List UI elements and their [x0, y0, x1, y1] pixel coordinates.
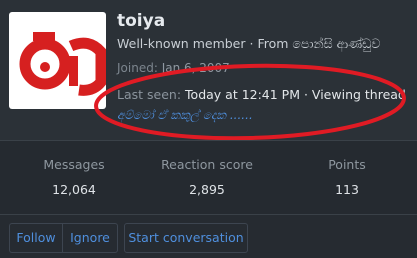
title-separator: ·: [245, 36, 258, 51]
username[interactable]: toiya: [117, 11, 165, 31]
ignore-button[interactable]: Ignore: [62, 223, 118, 253]
avatar[interactable]: [9, 12, 106, 109]
from-label: From: [257, 36, 289, 51]
joined-label: Joined:: [117, 61, 158, 75]
last-seen-label: Last seen:: [117, 87, 182, 102]
member-header: toiya Well-known member · From පොන්සි ආණ…: [0, 0, 417, 140]
stat-label: Messages: [43, 157, 105, 172]
stat-reaction-score[interactable]: Reaction score 2,895: [137, 157, 277, 197]
stat-value: 113: [335, 182, 359, 197]
status-message[interactable]: අම්මෝ ඒ කකුල් දෙක ......: [117, 108, 253, 123]
last-seen-value[interactable]: Today at 12:41 PM · Viewing thread: [185, 87, 406, 102]
user-title-line: Well-known member · From පොන්සි ආණ්ඩුව: [117, 36, 380, 52]
user-title: Well-known member: [117, 36, 246, 51]
stat-label: Points: [328, 157, 366, 172]
last-seen-line: Last seen: Today at 12:41 PM · Viewing t…: [117, 87, 406, 102]
start-conversation-button[interactable]: Start conversation: [124, 223, 248, 253]
stat-label: Reaction score: [161, 157, 253, 172]
member-tooltip-card: toiya Well-known member · From පොන්සි ආණ…: [0, 0, 417, 258]
location: පොන්සි ආණ්ඩුව: [292, 36, 381, 51]
avatar-image: [19, 32, 106, 96]
joined-date: Jan 6, 2007: [161, 61, 230, 75]
member-stats: Messages 12,064 Reaction score 2,895 Poi…: [0, 140, 417, 215]
stat-points[interactable]: Points 113: [277, 157, 417, 197]
stat-value: 12,064: [52, 182, 96, 197]
member-actions: Follow Ignore Start conversation: [0, 215, 417, 258]
stat-messages[interactable]: Messages 12,064: [4, 157, 144, 197]
stat-value: 2,895: [189, 182, 225, 197]
joined-line: Joined: Jan 6, 2007: [117, 61, 230, 75]
follow-button[interactable]: Follow: [9, 223, 62, 253]
